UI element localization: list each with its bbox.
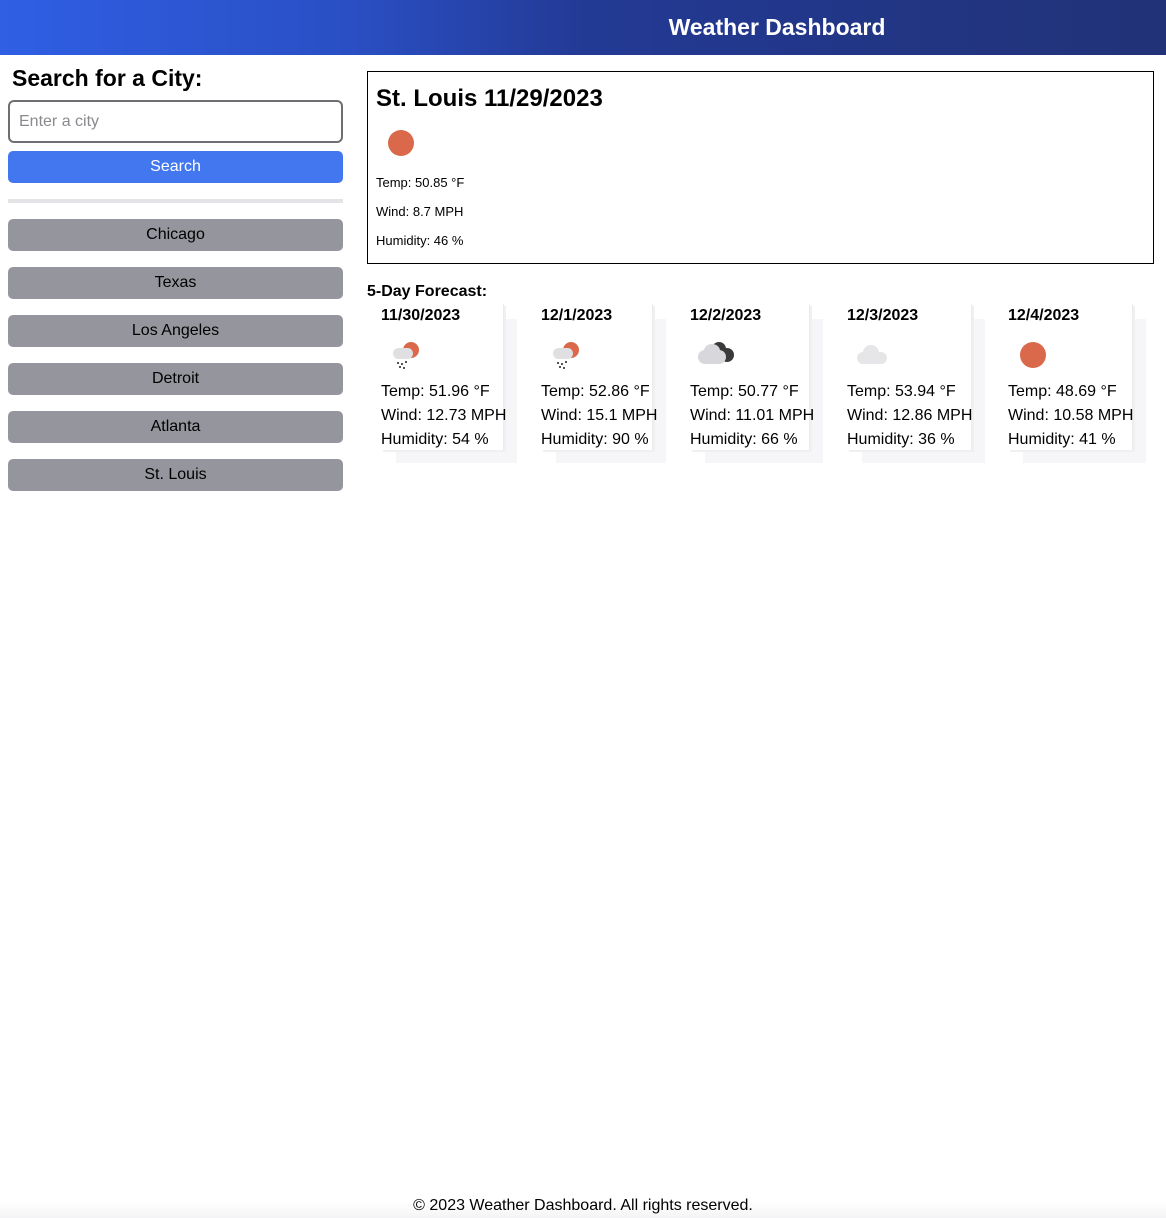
sun-icon — [376, 118, 426, 168]
forecast-card: 11/30/2023 Temp: 51.96 °F Wind: 12.73 MP… — [381, 304, 507, 450]
current-wind: Wind: 8.7 MPH — [376, 204, 464, 219]
forecast-humidity: Humidity: 90 % — [541, 431, 649, 448]
search-history: Chicago Texas Los Angeles Detroit Atlant… — [8, 219, 343, 491]
history-button-chicago[interactable]: Chicago — [8, 219, 343, 251]
forecast-heading: 5-Day Forecast: — [367, 283, 488, 300]
forecast-wind: Wind: 12.73 MPH — [381, 407, 507, 424]
forecast-humidity: Humidity: 41 % — [1008, 431, 1116, 448]
footer-copyright: © 2023 Weather Dashboard. All rights res… — [413, 1197, 753, 1214]
forecast-temp: Temp: 51.96 °F — [381, 383, 490, 400]
city-search-input[interactable] — [8, 100, 343, 143]
broken-clouds-icon — [690, 330, 740, 380]
history-button-detroit[interactable]: Detroit — [8, 363, 343, 395]
forecast-card: 12/1/2023 Temp: 52.86 °F Wind: 15.1 MPH … — [541, 304, 658, 450]
forecast-humidity: Humidity: 66 % — [690, 431, 798, 448]
forecast-humidity: Humidity: 54 % — [381, 431, 489, 448]
cloud-icon — [847, 330, 897, 380]
forecast-temp: Temp: 52.86 °F — [541, 383, 650, 400]
forecast-date: 12/2/2023 — [690, 307, 762, 324]
rain-sun-icon — [541, 330, 591, 380]
forecast-temp: Temp: 50.77 °F — [690, 383, 799, 400]
page-header: Weather Dashboard — [0, 0, 1166, 55]
forecast-card: 12/4/2023 Temp: 48.69 °F Wind: 10.58 MPH… — [1008, 304, 1133, 450]
forecast-wind: Wind: 15.1 MPH — [541, 407, 658, 424]
current-weather-panel: St. Louis 11/29/2023 Temp: 50.85 °F Wind… — [367, 71, 1154, 264]
search-heading: Search for a City: — [12, 65, 203, 91]
forecast-date: 12/1/2023 — [541, 307, 613, 324]
forecast-temp: Temp: 53.94 °F — [847, 383, 956, 400]
forecast-wind: Wind: 12.86 MPH — [847, 407, 973, 424]
forecast-date: 12/4/2023 — [1008, 307, 1080, 324]
rain-sun-icon — [381, 330, 431, 380]
current-temp: Temp: 50.85 °F — [376, 175, 465, 190]
history-button-atlanta[interactable]: Atlanta — [8, 411, 343, 443]
sidebar: Search for a City: Search Chicago Texas … — [8, 60, 343, 507]
search-button[interactable]: Search — [8, 151, 343, 183]
history-button-los-angeles[interactable]: Los Angeles — [8, 315, 343, 347]
forecast-wind: Wind: 10.58 MPH — [1008, 407, 1134, 424]
forecast-date: 12/3/2023 — [847, 307, 919, 324]
forecast-temp: Temp: 48.69 °F — [1008, 383, 1117, 400]
current-humidity: Humidity: 46 % — [376, 233, 464, 248]
forecast-card: 12/3/2023 Temp: 53.94 °F Wind: 12.86 MPH… — [847, 304, 972, 450]
page-title: Weather Dashboard — [668, 14, 886, 40]
forecast-wind: Wind: 11.01 MPH — [690, 407, 815, 424]
current-city-date: St. Louis 11/29/2023 — [376, 85, 603, 112]
forecast-card: 12/2/2023 Temp: 50.77 °F Wind: 11.01 MPH… — [690, 304, 815, 450]
page-footer: © 2023 Weather Dashboard. All rights res… — [0, 1190, 1166, 1218]
forecast-humidity: Humidity: 36 % — [847, 431, 955, 448]
history-button-texas[interactable]: Texas — [8, 267, 343, 299]
sidebar-divider — [8, 199, 343, 203]
history-button-st-louis[interactable]: St. Louis — [8, 459, 343, 491]
forecast-date: 11/30/2023 — [381, 307, 461, 324]
sun-icon — [1008, 330, 1058, 380]
